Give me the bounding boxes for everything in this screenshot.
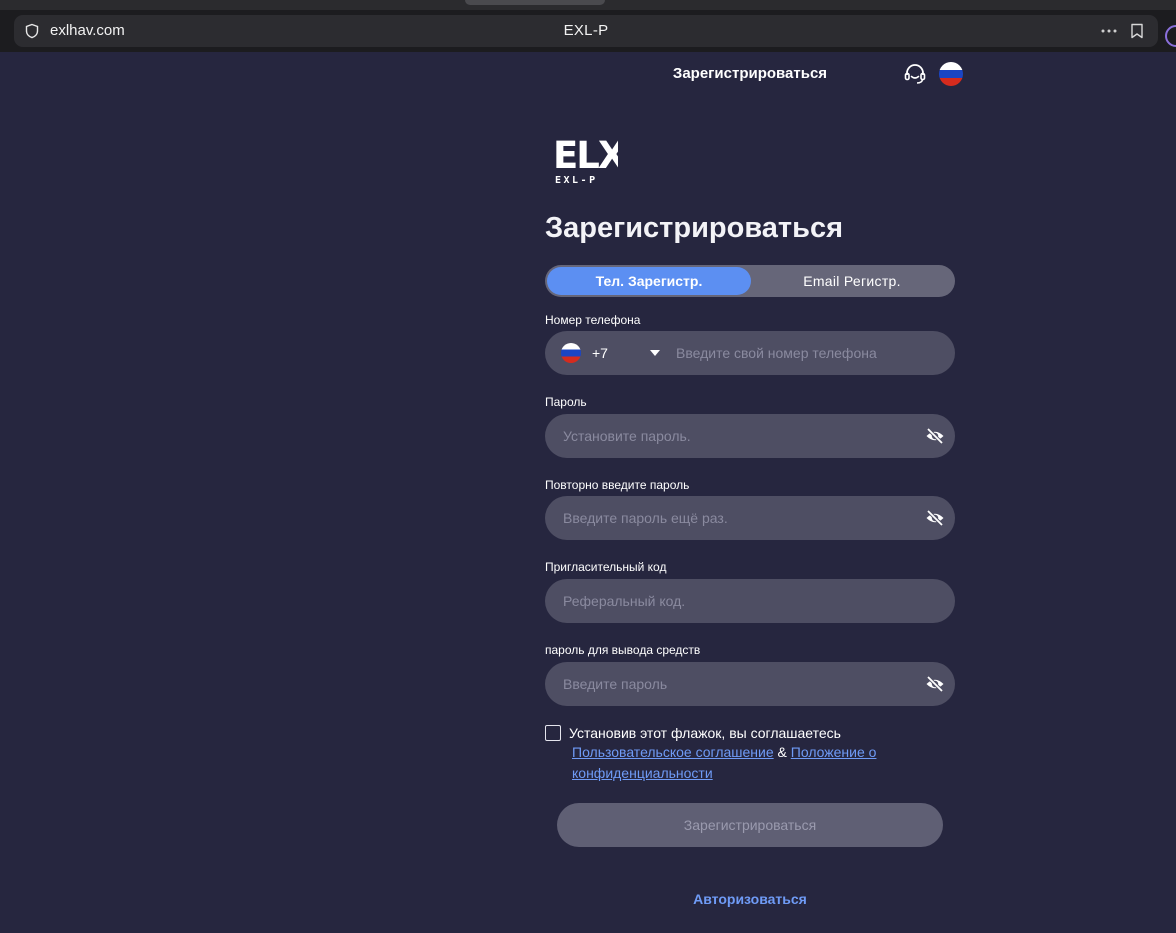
browser-tab[interactable]: [465, 0, 605, 5]
eye-off-icon[interactable]: [925, 426, 945, 446]
form-title: Зарегистрироваться: [545, 212, 844, 244]
agreement-text: Установив этот флажок, вы соглашаетесь: [569, 725, 841, 741]
password-field: [545, 414, 955, 458]
confirm-password-field: [545, 496, 955, 540]
tab-email-register[interactable]: Email Регистр.: [751, 267, 953, 295]
phone-label: Номер телефона: [545, 313, 641, 327]
eye-off-icon[interactable]: [925, 674, 945, 694]
password-label: Пароль: [545, 395, 587, 409]
confirm-password-label: Повторно введите пароль: [545, 478, 690, 492]
browser-tab-strip: [0, 0, 1176, 10]
headset-icon[interactable]: [903, 62, 927, 86]
invite-code-field: [545, 579, 955, 623]
withdraw-password-input[interactable]: [563, 662, 903, 706]
login-link[interactable]: Авторизоваться: [600, 891, 900, 907]
logo-mark: ELX: [553, 134, 618, 177]
password-input[interactable]: [563, 414, 903, 458]
invite-code-input[interactable]: [563, 579, 903, 623]
russia-flag-icon[interactable]: [561, 343, 581, 363]
agreement-separator: &: [777, 744, 787, 760]
invite-code-label: Пригласительный код: [545, 560, 667, 574]
exl-logo: ELX EXL-P: [553, 134, 618, 186]
confirm-password-input[interactable]: [563, 496, 903, 540]
header-title: Зарегистрироваться: [672, 65, 828, 82]
chevron-down-icon[interactable]: [650, 350, 660, 356]
phone-field: +7: [545, 331, 955, 375]
withdraw-password-field: [545, 662, 955, 706]
country-code[interactable]: +7: [592, 345, 608, 361]
russia-flag-icon[interactable]: [939, 62, 963, 86]
page-title: EXL-P: [563, 22, 609, 39]
more-icon[interactable]: [1100, 28, 1118, 34]
eye-off-icon[interactable]: [925, 508, 945, 528]
withdraw-password-label: пароль для вывода средств: [545, 643, 701, 657]
register-button[interactable]: Зарегистрироваться: [557, 803, 943, 847]
agreement-links: Пользовательское соглашение & Положение …: [572, 742, 902, 784]
phone-input[interactable]: [676, 331, 946, 375]
tab-phone-register[interactable]: Тел. Зарегистр.: [547, 267, 751, 295]
user-agreement-link[interactable]: Пользовательское соглашение: [572, 744, 774, 760]
extension-icon[interactable]: [1165, 25, 1176, 47]
register-tabs: Тел. Зарегистр. Email Регистр.: [545, 265, 955, 297]
bookmark-icon[interactable]: [1130, 23, 1144, 39]
address-bar[interactable]: exlhav.com EXL-P: [14, 15, 1158, 47]
logo-subtitle: EXL-P: [555, 175, 598, 186]
browser-toolbar: exlhav.com EXL-P: [0, 10, 1176, 52]
agreement-checkbox[interactable]: [545, 725, 561, 741]
